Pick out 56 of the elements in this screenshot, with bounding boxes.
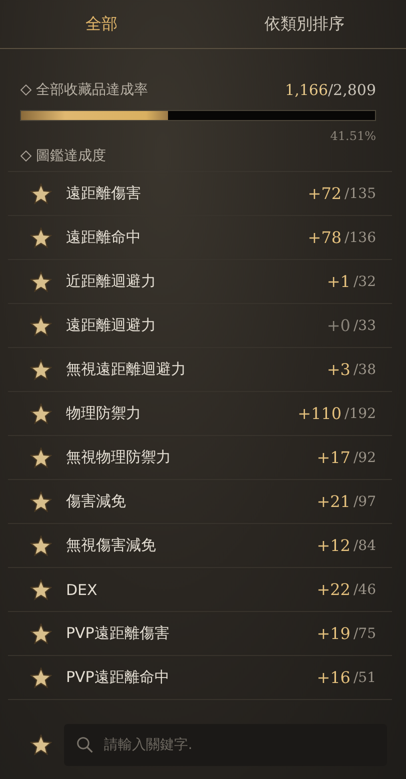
stat-bonus: +21	[316, 492, 350, 511]
star-icon	[30, 446, 52, 468]
stat-max: /97	[353, 494, 376, 510]
star-icon	[30, 734, 52, 756]
star-icon	[30, 182, 52, 204]
stat-name: 遠距離命中	[66, 228, 142, 247]
stat-max: /136	[344, 230, 376, 246]
stat-bonus: +78	[308, 228, 342, 247]
stat-max: /84	[353, 538, 376, 554]
stat-bonus: +22	[316, 580, 350, 599]
stat-name: 無視遠距離迴避力	[66, 360, 187, 379]
stat-bonus: +1	[326, 272, 350, 291]
stat-max: /75	[353, 626, 376, 642]
stat-max: /33	[353, 318, 376, 334]
section-label: 圖鑑達成度	[22, 147, 370, 165]
stat-bonus: +0	[326, 316, 350, 335]
stat-max: /32	[353, 274, 376, 290]
star-icon	[30, 534, 52, 556]
star-icon	[30, 622, 52, 644]
percent-text: 41.51%	[330, 129, 376, 143]
tab[interactable]: 全部	[0, 0, 203, 48]
star-icon	[30, 314, 52, 336]
stat-name: 近距離迴避力	[66, 272, 157, 291]
stat-bonus: +17	[316, 448, 350, 467]
stat-name: PVP遠距離傷害	[66, 624, 170, 643]
stat-name: 無視物理防禦力	[66, 448, 172, 467]
collection-rate-label: 全部收藏品達成率	[22, 81, 148, 99]
tab[interactable]: 依類別排序	[203, 0, 406, 48]
search-field[interactable]: 請輸入關鍵字.	[64, 724, 387, 766]
stat-bonus: +72	[308, 184, 342, 203]
stat-bonus: +16	[316, 668, 350, 687]
stat-max: /92	[353, 450, 376, 466]
stat-name: 遠距離迴避力	[66, 316, 157, 335]
stat-name: 物理防禦力	[66, 404, 142, 423]
star-icon	[30, 490, 52, 512]
stat-name: PVP遠距離命中	[66, 668, 170, 687]
collection-count: 1,166/2,809	[285, 81, 376, 99]
stat-name: 遠距離傷害	[66, 184, 142, 203]
stat-name: 傷害減免	[66, 492, 127, 511]
stat-bonus: +110	[298, 404, 342, 423]
star-icon	[30, 226, 52, 248]
stat-name: 無視傷害減免	[66, 536, 157, 555]
star-icon	[30, 402, 52, 424]
stat-max: /46	[353, 582, 376, 598]
stat-max: /51	[353, 670, 376, 686]
stat-max: /192	[344, 406, 376, 422]
stat-bonus: +12	[316, 536, 350, 555]
star-icon	[30, 578, 52, 600]
stat-bonus: +3	[326, 360, 350, 379]
stat-max: /38	[353, 362, 376, 378]
stat-bonus: +19	[316, 624, 350, 643]
star-icon	[30, 270, 52, 292]
stat-max: /135	[344, 186, 376, 202]
star-icon	[30, 666, 52, 688]
stat-name: DEX	[66, 580, 98, 598]
star-icon	[30, 358, 52, 380]
